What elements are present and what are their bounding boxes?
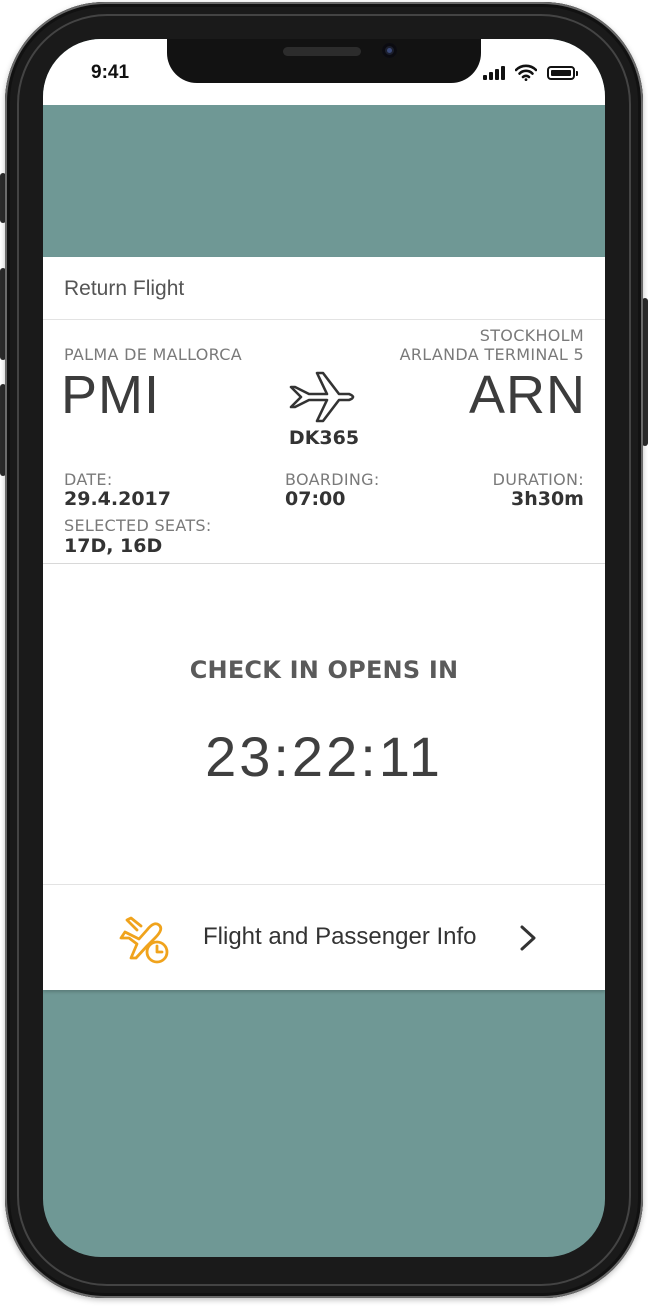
screen: 9:41 Return Flight PALMA DE MALLORCA PMI <box>43 39 605 1257</box>
wifi-icon <box>515 64 537 81</box>
destination-city-line1: STOCKHOLM <box>479 326 584 345</box>
destination-code: ARN <box>468 365 586 425</box>
front-camera <box>382 43 397 58</box>
origin-city: PALMA DE MALLORCA <box>64 345 242 364</box>
flight-passenger-info-button[interactable]: Flight and Passenger Info <box>43 885 605 990</box>
airplane-clock-icon <box>119 916 169 964</box>
chevron-right-icon <box>520 925 536 951</box>
date-label: DATE: <box>64 470 113 489</box>
card-header: Return Flight <box>43 257 605 320</box>
checkin-label: CHECK IN OPENS IN <box>189 656 459 684</box>
flight-details: PALMA DE MALLORCA PMI STOCKHOLM ARLANDA … <box>43 320 605 564</box>
destination-city-line2: ARLANDA TERMINAL 5 <box>399 345 584 364</box>
boarding-label: BOARDING: <box>285 470 380 489</box>
card-title: Return Flight <box>64 277 185 300</box>
boarding-value: 07:00 <box>285 488 346 510</box>
battery-icon <box>547 66 578 80</box>
duration-value: 3h30m <box>511 488 584 510</box>
flight-number: DK365 <box>288 427 360 449</box>
status-time: 9:41 <box>91 62 130 83</box>
checkin-section: CHECK IN OPENS IN 23:22:11 <box>43 564 605 885</box>
cellular-signal-icon <box>483 66 509 80</box>
origin-code: PMI <box>61 365 161 425</box>
date-value: 29.4.2017 <box>64 488 171 510</box>
earpiece-speaker <box>283 47 361 56</box>
checkin-countdown: 23:22:11 <box>205 725 443 788</box>
status-bar: 9:41 <box>43 39 605 105</box>
info-label: Flight and Passenger Info <box>203 923 477 950</box>
seats-label: SELECTED SEATS: <box>64 516 212 535</box>
flight-card: Return Flight PALMA DE MALLORCA PMI STOC… <box>43 257 605 990</box>
seats-value: 17D, 16D <box>64 535 163 557</box>
notch <box>167 39 481 83</box>
duration-label: DURATION: <box>492 470 584 489</box>
airplane-icon <box>289 371 355 423</box>
